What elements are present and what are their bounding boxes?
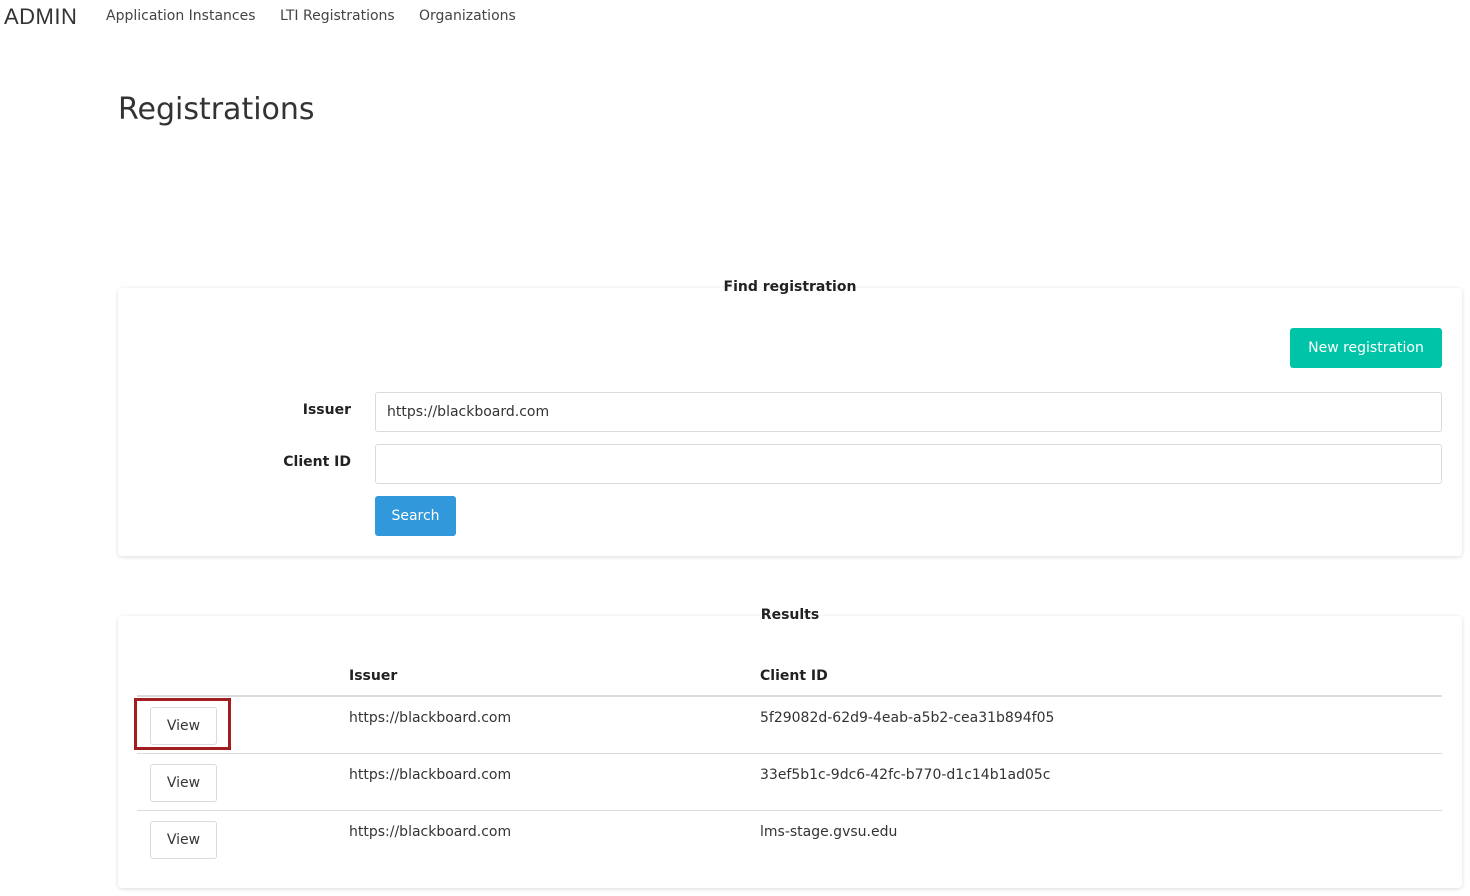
column-header-client-id: Client ID xyxy=(760,668,828,684)
column-header-issuer: Issuer xyxy=(349,668,398,684)
results-panel: Results Issuer Client ID View https://bl… xyxy=(118,607,1462,888)
row-issuer: https://blackboard.com xyxy=(349,767,512,783)
view-button[interactable]: View xyxy=(150,764,217,802)
search-button[interactable]: Search xyxy=(375,496,456,536)
table-row: View https://blackboard.com 33ef5b1c-9dc… xyxy=(137,754,1442,811)
view-button[interactable]: View xyxy=(150,821,217,859)
row-client-id: 33ef5b1c-9dc6-42fc-b770-d1c14b1ad05c xyxy=(760,767,1051,783)
row-client-id: 5f29082d-62d9-4eab-a5b2-cea31b894f05 xyxy=(760,710,1055,726)
client-id-label: Client ID xyxy=(283,454,351,470)
results-title: Results xyxy=(760,607,820,623)
view-button[interactable]: View xyxy=(150,707,217,745)
top-navbar: ADMIN Application Instances LTI Registra… xyxy=(0,0,1470,34)
nav-link-organizations[interactable]: Organizations xyxy=(419,8,516,24)
client-id-input[interactable] xyxy=(375,444,1442,484)
results-table: Issuer Client ID View https://blackboard… xyxy=(134,660,1442,868)
nav-link-lti-registrations[interactable]: LTI Registrations xyxy=(280,8,395,24)
issuer-input[interactable] xyxy=(375,392,1442,432)
brand-logo[interactable]: ADMIN xyxy=(4,4,77,30)
find-registration-panel: Find registration New registration Issue… xyxy=(118,279,1462,556)
row-issuer: https://blackboard.com xyxy=(349,710,512,726)
issuer-label: Issuer xyxy=(302,402,351,418)
row-client-id: lms-stage.gvsu.edu xyxy=(760,824,898,840)
table-row: View https://blackboard.com 5f29082d-62d… xyxy=(134,697,1442,754)
find-registration-title: Find registration xyxy=(723,279,857,295)
page-title: Registrations xyxy=(118,92,315,127)
table-header: Issuer Client ID xyxy=(137,660,1442,697)
table-row: View https://blackboard.com lms-stage.gv… xyxy=(137,811,1442,868)
row-issuer: https://blackboard.com xyxy=(349,824,512,840)
new-registration-button[interactable]: New registration xyxy=(1290,328,1442,368)
nav-link-application-instances[interactable]: Application Instances xyxy=(106,8,256,24)
